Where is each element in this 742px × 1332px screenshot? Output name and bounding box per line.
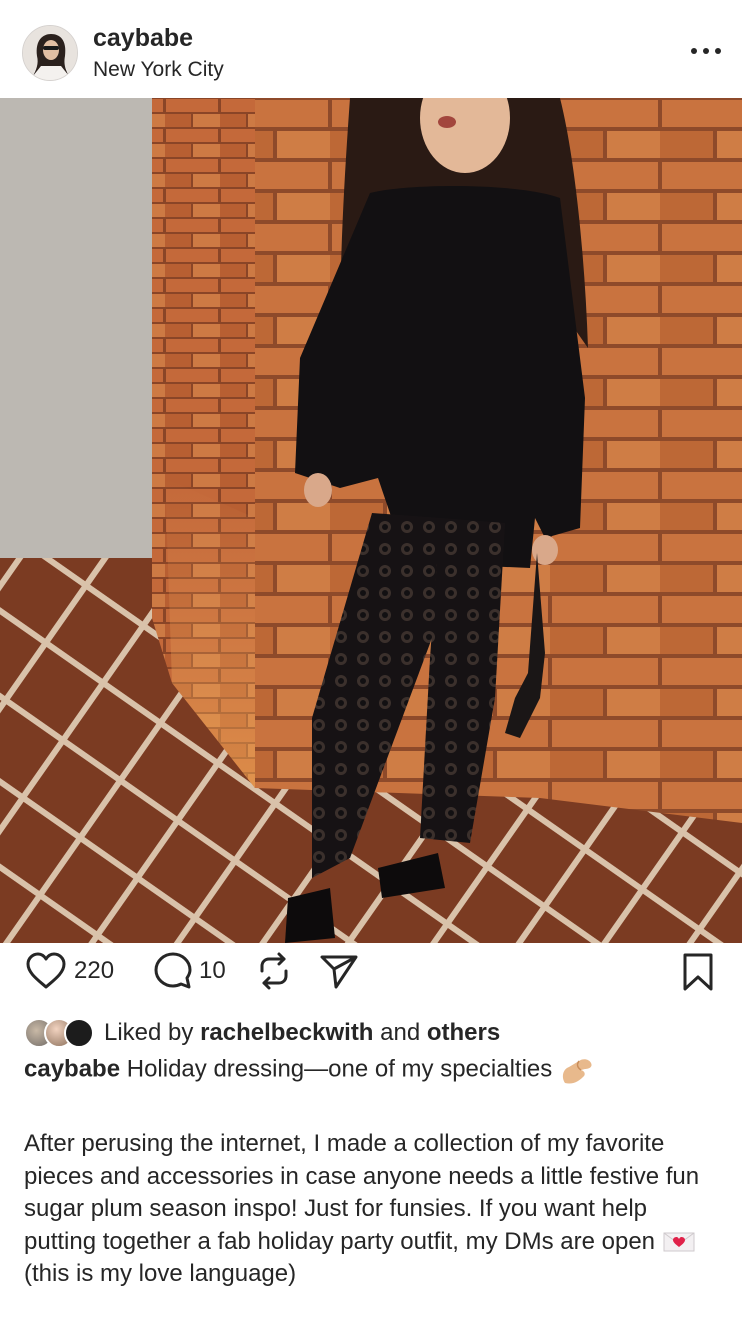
body-text-part2: (this is my love language)	[24, 1260, 297, 1287]
liked-by-others[interactable]: others	[427, 1019, 500, 1046]
bookmark-icon	[683, 953, 713, 991]
caption-text: Holiday dressing—one of my specialties	[126, 1055, 553, 1083]
likes-count: 220	[74, 957, 115, 984]
more-horizontal-icon	[691, 48, 721, 54]
profile-avatar[interactable]	[22, 25, 78, 81]
liked-by-prefix: Liked by	[104, 1019, 194, 1046]
body-text-part1: After perusing the internet, I made a co…	[24, 1130, 700, 1255]
heart-icon	[26, 952, 66, 989]
comments-count: 10	[199, 957, 226, 984]
repost-button[interactable]	[256, 951, 292, 991]
love-letter-emoji-icon	[663, 1232, 695, 1252]
post-body-text: After perusing the internet, I made a co…	[24, 1128, 724, 1291]
pinching-hand-emoji-icon	[562, 1059, 592, 1084]
like-button[interactable]: 220	[24, 951, 114, 991]
post-actions-bar: 220 10	[0, 945, 742, 1001]
repost-icon	[260, 952, 288, 990]
post-photo[interactable]	[0, 98, 742, 943]
post-username[interactable]: caybabe	[93, 24, 193, 53]
post-location[interactable]: New York City	[93, 58, 224, 82]
liked-by-row[interactable]: Liked by rachelbeckwith and others	[24, 1017, 500, 1049]
liked-by-text: Liked by rachelbeckwith and others	[104, 1019, 500, 1047]
comment-button[interactable]: 10	[153, 951, 226, 991]
liker-avatar	[64, 1018, 94, 1048]
liked-by-and: and	[380, 1019, 421, 1046]
save-button[interactable]	[680, 951, 716, 993]
share-button[interactable]	[318, 951, 360, 991]
comment-icon	[154, 952, 192, 989]
liked-by-user[interactable]: rachelbeckwith	[200, 1019, 373, 1046]
send-icon	[320, 955, 358, 989]
post-caption: caybabe Holiday dressing—one of my speci…	[24, 1053, 724, 1087]
more-options-button[interactable]	[686, 34, 726, 64]
caption-username[interactable]: caybabe	[24, 1055, 120, 1082]
post-header: caybabe New York City	[0, 0, 742, 98]
